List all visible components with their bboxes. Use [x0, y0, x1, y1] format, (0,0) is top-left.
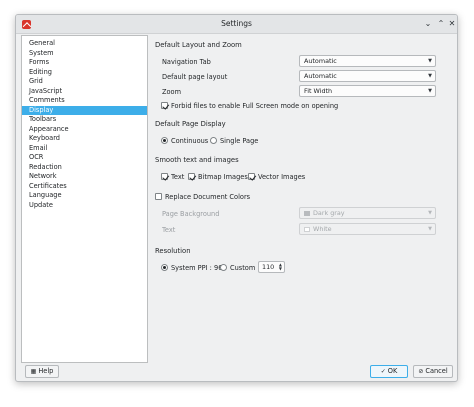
chevron-down-icon: ▼: [428, 226, 432, 232]
minimize-icon[interactable]: ⌄: [422, 18, 434, 30]
navigation-tab-select[interactable]: Automatic ▼: [299, 55, 436, 67]
resolution-section-title: Resolution: [155, 247, 191, 255]
cancel-button[interactable]: ⊘ Cancel: [413, 365, 453, 378]
sidebar-item-toolbars[interactable]: Toolbars: [22, 115, 147, 125]
settings-category-list[interactable]: General System Forms Editing Grid JavaSc…: [21, 35, 148, 363]
page-display-section-title: Default Page Display: [155, 120, 226, 128]
help-button-label: Help: [38, 367, 54, 375]
custom-ppi-spinbox[interactable]: 110 ▲ ▼: [258, 261, 285, 273]
custom-ppi-value: 110: [262, 263, 275, 271]
sidebar-item-email[interactable]: Email: [22, 144, 147, 154]
window-title: Settings: [221, 19, 252, 28]
sidebar-item-ocr[interactable]: OCR: [22, 153, 147, 163]
page-background-value: Dark gray: [313, 209, 345, 217]
zoom-value: Fit Width: [304, 87, 333, 95]
single-page-radio[interactable]: [210, 137, 217, 144]
chevron-down-icon: ▼: [428, 73, 432, 79]
page-layout-label: Default page layout: [162, 73, 228, 81]
cancel-icon: ⊘: [418, 368, 424, 375]
continuous-label: Continuous: [171, 137, 209, 145]
sidebar-item-editing[interactable]: Editing: [22, 68, 147, 78]
replace-colors-checkbox[interactable]: [155, 193, 162, 200]
smooth-section-title: Smooth text and images: [155, 156, 239, 164]
sidebar-item-display[interactable]: Display: [22, 105, 147, 115]
spin-down-icon[interactable]: ▼: [279, 267, 282, 271]
sidebar-item-network[interactable]: Network: [22, 172, 147, 182]
sidebar-item-certificates[interactable]: Certificates: [22, 182, 147, 192]
sidebar-item-forms[interactable]: Forms: [22, 58, 147, 68]
smooth-bitmap-label: Bitmap Images: [198, 173, 248, 181]
page-layout-value: Automatic: [304, 72, 337, 80]
page-background-select[interactable]: Dark gray ▼: [299, 207, 436, 219]
zoom-label: Zoom: [162, 88, 182, 96]
custom-ppi-radio[interactable]: [220, 264, 227, 271]
chevron-down-icon: ▼: [428, 210, 432, 216]
custom-ppi-label: Custom: [230, 264, 256, 272]
sidebar-item-appearance[interactable]: Appearance: [22, 125, 147, 135]
forbid-fullscreen-checkbox[interactable]: [161, 102, 168, 109]
layout-section-title: Default Layout and Zoom: [155, 41, 242, 49]
zoom-select[interactable]: Fit Width ▼: [299, 85, 436, 97]
color-swatch: [304, 226, 310, 232]
help-button[interactable]: ▦ Help: [25, 365, 59, 378]
system-ppi-radio[interactable]: [161, 264, 168, 271]
sidebar-item-grid[interactable]: Grid: [22, 77, 147, 87]
text-color-select[interactable]: White ▼: [299, 223, 436, 235]
sidebar-item-update[interactable]: Update: [22, 201, 147, 211]
sidebar-item-javascript[interactable]: JavaScript: [22, 87, 147, 97]
replace-colors-label: Replace Document Colors: [165, 193, 251, 201]
sidebar-item-general[interactable]: General: [22, 39, 147, 49]
color-swatch: [304, 210, 310, 216]
settings-dialog: Settings ⌄ ⌃ ✕ General System Forms Edit…: [15, 14, 458, 382]
single-page-label: Single Page: [220, 137, 259, 145]
smooth-bitmap-checkbox[interactable]: [188, 173, 195, 180]
cancel-button-label: Cancel: [425, 367, 448, 375]
chevron-down-icon: ▼: [428, 58, 432, 64]
continuous-radio[interactable]: [161, 137, 168, 144]
ok-button[interactable]: ✓ OK: [370, 365, 408, 378]
sidebar-item-language[interactable]: Language: [22, 191, 147, 201]
page-background-label: Page Background: [162, 210, 220, 218]
smooth-vector-checkbox[interactable]: [248, 173, 255, 180]
text-color-label: Text: [162, 226, 176, 234]
smooth-vector-label: Vector Images: [258, 173, 306, 181]
smooth-text-label: Text: [171, 173, 185, 181]
display-settings-panel: Default Layout and Zoom Navigation Tab A…: [154, 37, 452, 357]
sidebar-item-comments[interactable]: Comments: [22, 96, 147, 106]
check-icon: ✓: [380, 368, 386, 375]
forbid-fullscreen-label: Forbid files to enable Full Screen mode …: [171, 102, 339, 110]
chevron-down-icon: ▼: [428, 88, 432, 94]
navigation-tab-label: Navigation Tab: [162, 58, 211, 66]
sidebar-item-keyboard[interactable]: Keyboard: [22, 134, 147, 144]
ok-button-label: OK: [387, 367, 398, 375]
smooth-text-checkbox[interactable]: [161, 173, 168, 180]
text-color-value: White: [313, 225, 332, 233]
help-grid-icon: ▦: [30, 368, 37, 375]
system-ppi-label: System PPI : 96: [171, 264, 223, 272]
close-icon[interactable]: ✕: [446, 18, 457, 30]
navigation-tab-value: Automatic: [304, 57, 337, 65]
sidebar-item-system[interactable]: System: [22, 49, 147, 59]
sidebar-item-redaction[interactable]: Redaction: [22, 163, 147, 173]
title-bar: Settings ⌄ ⌃ ✕: [16, 15, 457, 34]
page-layout-select[interactable]: Automatic ▼: [299, 70, 436, 82]
